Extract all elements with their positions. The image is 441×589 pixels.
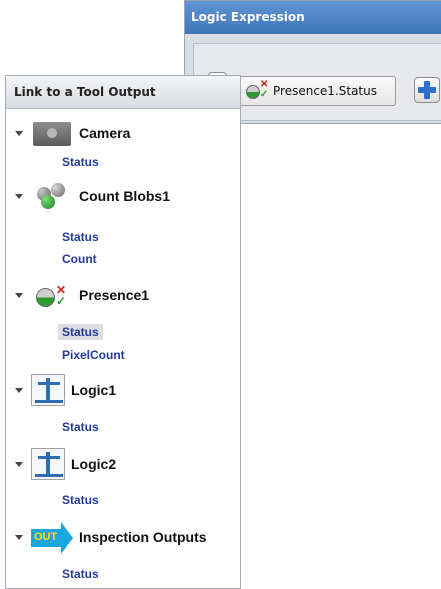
expand-triangle-icon[interactable] [15,130,23,136]
tool-name: Camera [79,125,131,141]
tree-item-logic2[interactable]: Logic2 [6,448,116,480]
tree-item-count-blobs1[interactable]: Count Blobs1 [6,181,170,211]
presence-icon: ✕ ✓ [31,280,73,310]
tree-item-presence1[interactable]: ✕ ✓ Presence1 [6,280,149,310]
output-status-selected[interactable]: Status [58,324,103,340]
tree-item-logic1[interactable]: Logic1 [6,374,116,406]
expand-triangle-icon[interactable] [15,193,23,199]
expand-triangle-icon[interactable] [15,292,23,298]
output-pixelcount[interactable]: PixelCount [58,347,129,363]
output-count[interactable]: Count [58,251,101,267]
logic-icon [31,374,65,406]
tree-item-inspection-outputs[interactable]: OUT Inspection Outputs [6,522,207,554]
expression-token[interactable]: ✕ ✓ Presence1.Status [234,76,396,106]
expression-token-label: Presence1.Status [273,84,377,98]
logic-expression-title: Logic Expression [185,1,441,34]
tool-name: Logic2 [71,456,117,472]
blobs-icon [31,181,73,211]
expand-triangle-icon[interactable] [15,387,23,393]
tool-name: Inspection Outputs [79,529,207,545]
presence-icon: ✕ ✓ [243,78,269,104]
output-status[interactable]: Status [58,154,103,170]
output-status[interactable]: Status [58,566,103,582]
tool-name: Count Blobs1 [79,188,170,204]
out-icon: OUT [31,522,73,554]
output-status[interactable]: Status [58,229,103,245]
add-button[interactable] [414,77,440,103]
tool-name: Logic1 [71,382,117,398]
tool-name: Presence1 [79,287,150,303]
expand-triangle-icon[interactable] [15,461,23,467]
output-status[interactable]: Status [58,492,103,508]
tree-item-camera[interactable]: Camera [6,118,130,148]
output-status[interactable]: Status [58,419,103,435]
logic-icon [31,448,65,480]
camera-icon [31,118,73,148]
link-to-tool-output-panel: Link to a Tool Output Camera Status Coun… [5,75,241,589]
expand-triangle-icon[interactable] [15,534,23,540]
panel-header: Link to a Tool Output [6,76,240,109]
